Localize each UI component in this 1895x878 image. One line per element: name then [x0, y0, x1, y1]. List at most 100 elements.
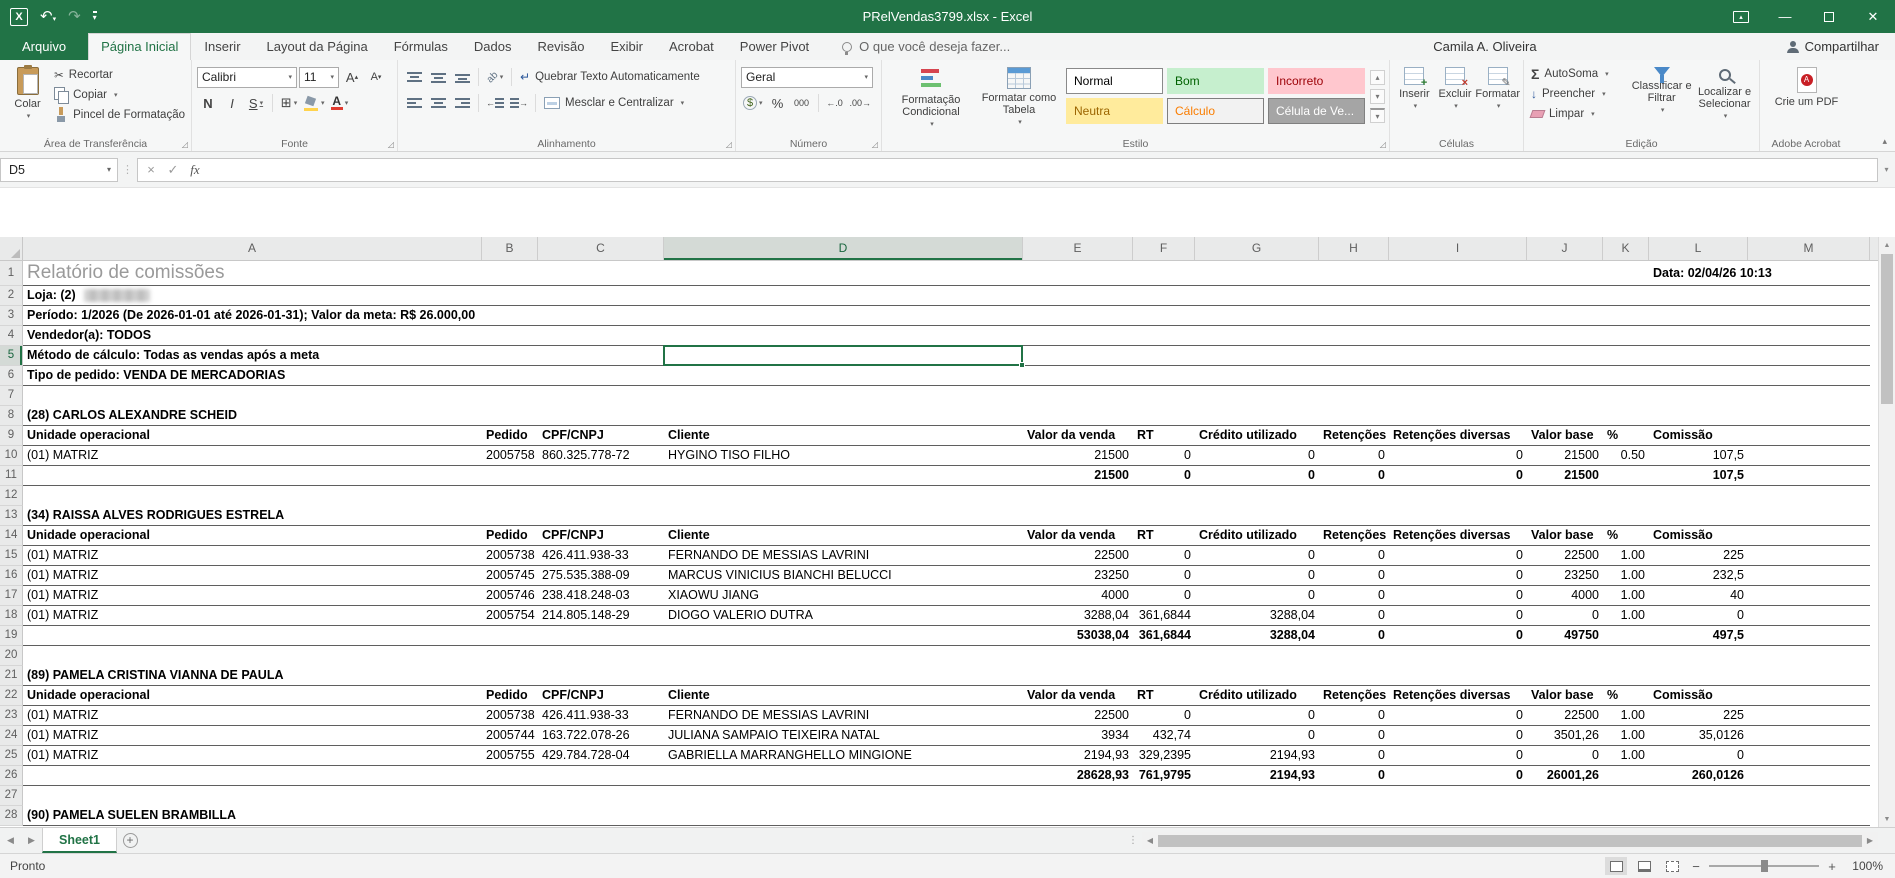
percent-style-button[interactable]: %	[767, 93, 789, 114]
cell-M13[interactable]	[1748, 506, 1870, 526]
cell-D21[interactable]	[664, 666, 1023, 686]
cell-D15[interactable]: FERNANDO DE MESSIAS LAVRINI	[664, 546, 1023, 566]
cell-K16[interactable]: 1.00	[1603, 566, 1649, 586]
align-top-button[interactable]	[403, 67, 425, 88]
cell-I5[interactable]	[1389, 346, 1527, 366]
cell-K28[interactable]	[1603, 806, 1649, 826]
cell-J10[interactable]: 21500	[1527, 446, 1603, 466]
cell-A4[interactable]: Vendedor(a): TODOS	[23, 326, 482, 346]
clipboard-dialog-launcher-icon[interactable]: ◿	[182, 141, 188, 149]
cell-M16[interactable]	[1748, 566, 1870, 586]
undo-button[interactable]: ↶▾	[40, 9, 56, 24]
cell-E17[interactable]: 4000	[1023, 586, 1133, 606]
cell-A8[interactable]: (28) CARLOS ALEXANDRE SCHEID	[23, 406, 482, 426]
col-header-K[interactable]: K	[1603, 237, 1649, 260]
cell-H18[interactable]: 0	[1319, 606, 1389, 626]
cell-F1[interactable]	[1133, 261, 1195, 286]
cell-K18[interactable]: 1.00	[1603, 606, 1649, 626]
cell-H14[interactable]: Retenções	[1319, 526, 1389, 546]
cell-N25[interactable]	[1870, 746, 1878, 766]
cell-I15[interactable]: 0	[1389, 546, 1527, 566]
cell-M18[interactable]	[1748, 606, 1870, 626]
cell-E25[interactable]: 2194,93	[1023, 746, 1133, 766]
cell-A11[interactable]	[23, 466, 482, 486]
cell-L23[interactable]: 225	[1649, 706, 1748, 726]
cell-D14[interactable]: Cliente	[664, 526, 1023, 546]
cell-B27[interactable]	[482, 786, 538, 806]
cell-B8[interactable]	[482, 406, 538, 426]
cell-B25[interactable]: 2005755	[482, 746, 538, 766]
cell-A18[interactable]: (01) MATRIZ	[23, 606, 482, 626]
cell-I6[interactable]	[1389, 366, 1527, 386]
cell-B1[interactable]	[482, 261, 538, 286]
cell-M2[interactable]	[1748, 286, 1870, 306]
formula-bar-expand-icon[interactable]: ▾	[1878, 165, 1895, 174]
cell-F27[interactable]	[1133, 786, 1195, 806]
cell-B15[interactable]: 2005738	[482, 546, 538, 566]
cell-M5[interactable]	[1748, 346, 1870, 366]
cell-J12[interactable]	[1527, 486, 1603, 506]
cell-H20[interactable]	[1319, 646, 1389, 666]
cell-I25[interactable]: 0	[1389, 746, 1527, 766]
tell-me-box[interactable]: O que você deseja fazer...	[842, 33, 1010, 60]
cell-B20[interactable]	[482, 646, 538, 666]
cell-H27[interactable]	[1319, 786, 1389, 806]
row-header-12[interactable]: 12	[0, 486, 23, 506]
cell-I1[interactable]	[1389, 261, 1527, 286]
cell-M28[interactable]	[1748, 806, 1870, 826]
row-header-27[interactable]: 27	[0, 786, 23, 806]
cell-E10[interactable]: 21500	[1023, 446, 1133, 466]
cell-K25[interactable]: 1.00	[1603, 746, 1649, 766]
cell-C12[interactable]	[538, 486, 664, 506]
cell-D5[interactable]	[664, 346, 1023, 366]
cell-I16[interactable]: 0	[1389, 566, 1527, 586]
cell-N4[interactable]	[1870, 326, 1878, 346]
cell-J16[interactable]: 23250	[1527, 566, 1603, 586]
cell-E22[interactable]: Valor da venda	[1023, 686, 1133, 706]
cell-E1[interactable]	[1023, 261, 1133, 286]
horizontal-scroll-thumb[interactable]	[1158, 835, 1862, 847]
cell-G10[interactable]: 0	[1195, 446, 1319, 466]
cell-G20[interactable]	[1195, 646, 1319, 666]
cell-E24[interactable]: 3934	[1023, 726, 1133, 746]
cell-F13[interactable]	[1133, 506, 1195, 526]
cell-A6[interactable]: Tipo de pedido: VENDA DE MERCADORIAS	[23, 366, 482, 386]
cell-I20[interactable]	[1389, 646, 1527, 666]
cell-C17[interactable]: 238.418.248-03	[538, 586, 664, 606]
cell-I21[interactable]	[1389, 666, 1527, 686]
underline-button[interactable]: S▾	[245, 93, 267, 114]
cell-B2[interactable]	[482, 286, 538, 306]
cell-J4[interactable]	[1527, 326, 1603, 346]
cell-D28[interactable]	[664, 806, 1023, 826]
cell-E15[interactable]: 22500	[1023, 546, 1133, 566]
col-header-M[interactable]: M	[1748, 237, 1870, 260]
fill-color-button[interactable]: ▾	[302, 93, 327, 114]
accounting-format-button[interactable]: $▾	[741, 93, 765, 114]
cell-E4[interactable]	[1023, 326, 1133, 346]
cell-F4[interactable]	[1133, 326, 1195, 346]
col-header-L[interactable]: L	[1649, 237, 1748, 260]
cell-F28[interactable]	[1133, 806, 1195, 826]
cell-N23[interactable]	[1870, 706, 1878, 726]
wrap-text-button[interactable]: ↵Quebrar Texto Automaticamente	[517, 67, 703, 87]
cell-B16[interactable]: 2005745	[482, 566, 538, 586]
cell-F10[interactable]: 0	[1133, 446, 1195, 466]
tab-power-pivot[interactable]: Power Pivot	[727, 33, 822, 60]
cell-I11[interactable]: 0	[1389, 466, 1527, 486]
cell-L19[interactable]: 497,5	[1649, 626, 1748, 646]
cell-N14[interactable]	[1870, 526, 1878, 546]
cell-H4[interactable]	[1319, 326, 1389, 346]
cell-G2[interactable]	[1195, 286, 1319, 306]
cell-F25[interactable]: 329,2395	[1133, 746, 1195, 766]
number-format-select[interactable]: Geral▾	[741, 67, 873, 88]
cell-C3[interactable]	[538, 306, 664, 326]
cell-D13[interactable]	[664, 506, 1023, 526]
cell-M8[interactable]	[1748, 406, 1870, 426]
cell-G11[interactable]: 0	[1195, 466, 1319, 486]
cell-K19[interactable]	[1603, 626, 1649, 646]
cell-I19[interactable]: 0	[1389, 626, 1527, 646]
cell-I17[interactable]: 0	[1389, 586, 1527, 606]
cell-K15[interactable]: 1.00	[1603, 546, 1649, 566]
cell-F18[interactable]: 361,6844	[1133, 606, 1195, 626]
decrease-decimal-button[interactable]: .00→	[848, 93, 874, 114]
